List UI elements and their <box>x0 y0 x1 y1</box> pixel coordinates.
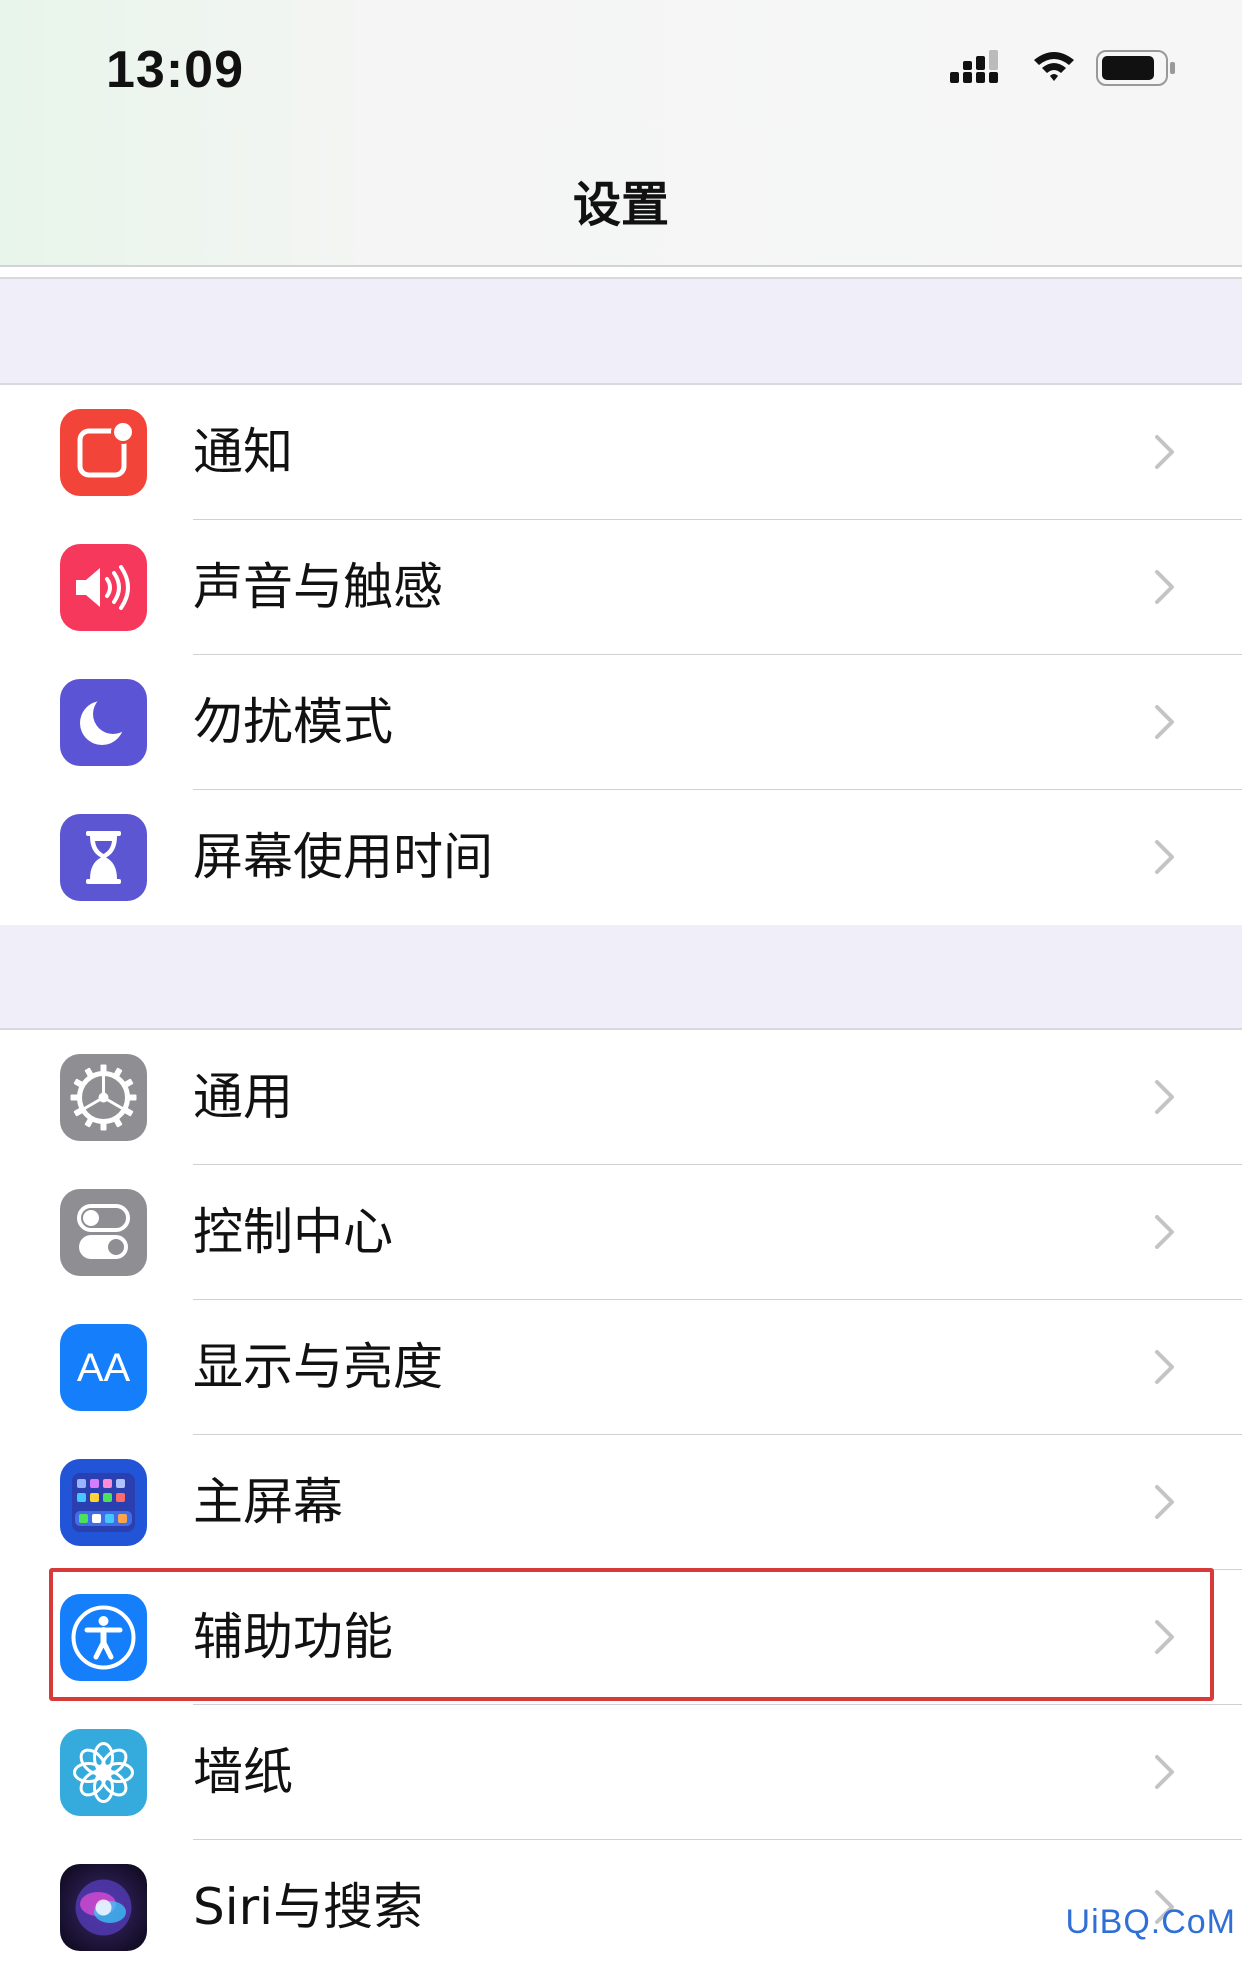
notifications-icon <box>60 409 147 496</box>
flower-icon <box>60 1729 147 1816</box>
status-icons <box>950 48 1180 88</box>
app-grid-icon <box>60 1459 147 1546</box>
settings-row-do-not-disturb[interactable]: 勿扰模式 <box>0 655 1242 791</box>
settings-row-display-brightness[interactable]: AA 显示与亮度 <box>0 1300 1242 1436</box>
settings-row-label: 显示与亮度 <box>193 1338 443 1396</box>
settings-row-screen-time[interactable]: 屏幕使用时间 <box>0 790 1242 925</box>
settings-row-label: Siri与搜索 <box>193 1878 424 1936</box>
settings-row-sounds[interactable]: 声音与触感 <box>0 520 1242 656</box>
section-separator <box>0 922 1242 1030</box>
settings-row-home-screen[interactable]: 主屏幕 <box>0 1435 1242 1571</box>
settings-row-label: 墙纸 <box>193 1743 293 1801</box>
chevron-right-icon <box>1152 432 1178 472</box>
navigation-header: 13:09 设置 <box>0 0 1242 267</box>
sound-icon <box>60 544 147 631</box>
page-title: 设置 <box>572 177 669 233</box>
cellular-signal-icon <box>950 50 998 83</box>
toggles-icon <box>60 1189 147 1276</box>
settings-row-control-center[interactable]: 控制中心 <box>0 1165 1242 1301</box>
wifi-icon <box>1034 52 1074 81</box>
chevron-right-icon <box>1152 1077 1178 1117</box>
hourglass-icon <box>60 814 147 901</box>
settings-row-wallpaper[interactable]: 墙纸 <box>0 1705 1242 1841</box>
settings-row-label: 主屏幕 <box>193 1473 343 1531</box>
chevron-right-icon <box>1152 837 1178 877</box>
status-time: 13:09 <box>106 41 244 99</box>
siri-icon <box>60 1864 147 1951</box>
settings-row-label: 控制中心 <box>193 1203 393 1261</box>
settings-row-label: 通用 <box>193 1068 293 1126</box>
battery-icon <box>1096 50 1175 86</box>
settings-row-general[interactable]: 通用 <box>0 1030 1242 1166</box>
chevron-right-icon <box>1152 1212 1178 1252</box>
settings-row-label: 声音与触感 <box>193 558 443 616</box>
section-separator <box>0 277 1242 385</box>
highlight-box <box>49 1568 1214 1701</box>
chevron-right-icon <box>1152 1347 1178 1387</box>
settings-row-label: 通知 <box>193 423 293 481</box>
chevron-right-icon <box>1152 1752 1178 1792</box>
gear-icon <box>60 1054 147 1141</box>
settings-row-label: 勿扰模式 <box>193 693 393 751</box>
settings-row-notifications[interactable]: 通知 <box>0 385 1242 521</box>
settings-row-siri-search[interactable]: Siri与搜索 <box>0 1840 1242 1975</box>
chevron-right-icon <box>1152 702 1178 742</box>
moon-icon <box>60 679 147 766</box>
text-size-icon: AA <box>60 1324 147 1411</box>
chevron-right-icon <box>1152 1482 1178 1522</box>
watermark: UiBQ.CoM <box>1065 1903 1236 1941</box>
chevron-right-icon <box>1152 567 1178 607</box>
svg-text:AA: AA <box>77 1346 131 1390</box>
settings-row-label: 屏幕使用时间 <box>193 828 493 886</box>
